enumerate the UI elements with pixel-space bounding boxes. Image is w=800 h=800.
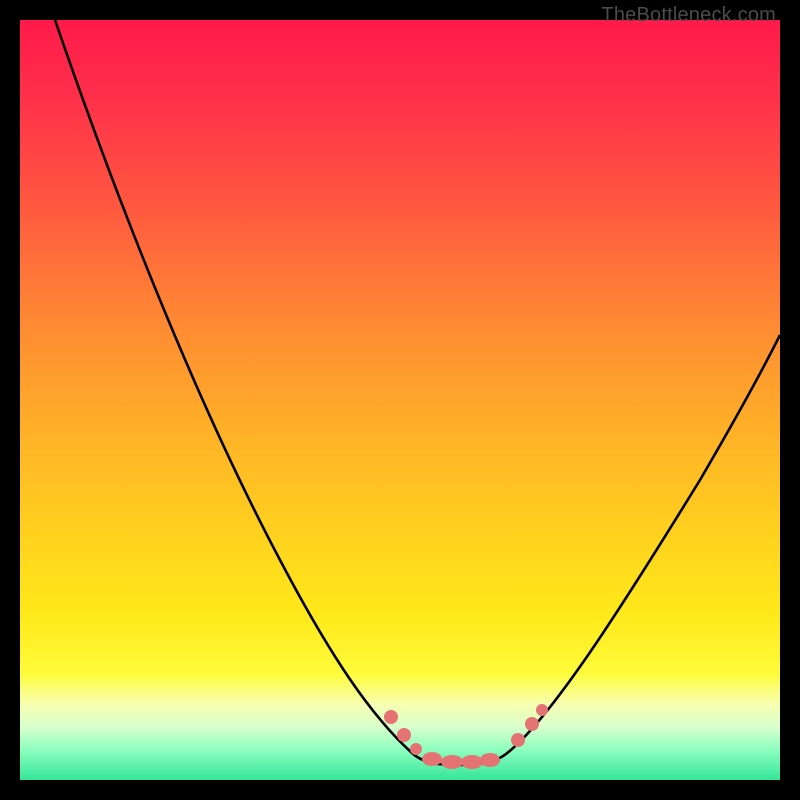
bottleneck-curve-path bbox=[55, 20, 780, 765]
marker-dot bbox=[511, 733, 525, 747]
marker-dot bbox=[525, 717, 539, 731]
marker-dot bbox=[422, 752, 442, 766]
watermark-text: TheBottleneck.com bbox=[601, 4, 776, 27]
marker-dot bbox=[536, 704, 548, 716]
marker-dot bbox=[410, 743, 422, 755]
marker-dot bbox=[397, 728, 411, 742]
marker-dot bbox=[461, 755, 483, 769]
trough-markers bbox=[384, 704, 548, 769]
bottleneck-curve-svg bbox=[20, 20, 780, 780]
chart-plot-area bbox=[20, 20, 780, 780]
marker-dot bbox=[441, 755, 463, 769]
marker-dot bbox=[384, 710, 398, 724]
marker-dot bbox=[480, 753, 500, 767]
